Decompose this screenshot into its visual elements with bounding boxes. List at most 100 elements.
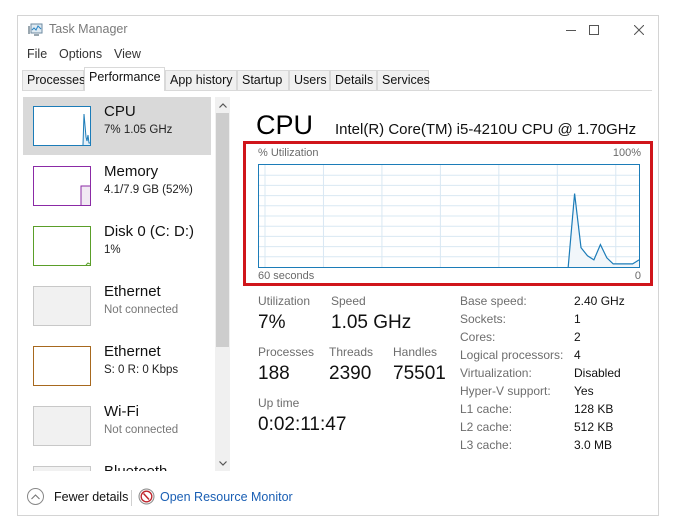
maximize-button[interactable] xyxy=(571,16,617,44)
sidebar-ethernet-2-subtitle: S: 0 R: 0 Kbps xyxy=(104,364,179,376)
footer-bar: Fewer details Open Resource Monitor xyxy=(18,483,658,515)
spec-value: 128 KB xyxy=(574,402,614,416)
spec-label: Virtualization: xyxy=(460,366,532,380)
disk-thumbnail-line xyxy=(85,262,91,266)
scroll-thumb[interactable] xyxy=(216,113,229,347)
tab-performance[interactable]: Performance xyxy=(84,67,165,91)
spec-value: 2.40 GHz xyxy=(574,294,625,308)
close-icon xyxy=(634,25,644,35)
sidebar-item-ethernet-2[interactable]: Ethernet S: 0 R: 0 Kbps xyxy=(23,337,211,395)
tab-app-history[interactable]: App history xyxy=(165,70,237,90)
utilization-label: Utilization xyxy=(258,294,311,308)
title-bar[interactable]: Task Manager xyxy=(18,16,658,44)
sidebar-disk-subtitle: 1% xyxy=(104,244,121,256)
sidebar-cpu-title: CPU xyxy=(104,103,136,120)
tab-services[interactable]: Services xyxy=(377,70,430,90)
uptime-label: Up time xyxy=(258,396,300,410)
sidebar-memory-title: Memory xyxy=(104,163,159,180)
scroll-up-button[interactable] xyxy=(215,97,230,113)
sidebar-item-disk[interactable]: Disk 0 (C: D:) 1% xyxy=(23,217,211,275)
close-button[interactable] xyxy=(616,16,662,44)
memory-thumbnail-fill xyxy=(80,185,90,205)
bluetooth-thumbnail-graph xyxy=(33,466,91,471)
tab-bar: Processes Performance App history Startu… xyxy=(22,67,652,91)
page-title: CPU xyxy=(256,110,314,140)
spec-label: Sockets: xyxy=(460,312,507,326)
tab-processes[interactable]: Processes xyxy=(22,70,85,90)
tab-startup[interactable]: Startup xyxy=(237,70,289,90)
sidebar-item-cpu[interactable]: CPU 7% 1.05 GHz xyxy=(23,97,211,155)
spec-label: Cores: xyxy=(460,330,496,344)
sidebar-wifi-title: Wi-Fi xyxy=(104,403,139,420)
spec-value: 3.0 MB xyxy=(574,438,613,452)
chevron-up-circle-icon xyxy=(31,493,40,499)
spec-label: Hyper-V support: xyxy=(460,384,551,398)
tab-users[interactable]: Users xyxy=(289,70,330,90)
uptime-value: 0:02:11:47 xyxy=(258,414,347,435)
graph-y-label: % Utilization xyxy=(258,147,319,159)
performance-panel: CPU 7% 1.05 GHz Memory 4.1/7.9 GB (52%) xyxy=(18,91,658,481)
sidebar-wifi-subtitle: Not connected xyxy=(104,424,179,436)
sidebar-item-wifi[interactable]: Wi-Fi Not connected xyxy=(23,397,211,455)
tab-details[interactable]: Details xyxy=(330,70,377,90)
menu-view[interactable]: View xyxy=(114,47,141,61)
graph-x-end-label: 0 xyxy=(634,270,641,282)
sidebar-item-ethernet-1[interactable]: Ethernet Not connected xyxy=(23,277,211,335)
wifi-thumbnail-graph xyxy=(33,406,91,446)
spec-label: Base speed: xyxy=(460,294,527,308)
menu-file[interactable]: File xyxy=(27,47,47,61)
open-resource-monitor-link[interactable]: Open Resource Monitor xyxy=(160,490,293,504)
speed-value: 1.05 GHz xyxy=(331,312,412,333)
spec-label: Logical processors: xyxy=(460,348,564,362)
task-manager-icon xyxy=(28,23,43,36)
sidebar-scrollbar[interactable] xyxy=(215,97,230,471)
chevron-up-icon xyxy=(218,102,227,108)
sidebar-disk-title: Disk 0 (C: D:) xyxy=(104,223,194,240)
processes-label: Processes xyxy=(258,345,315,359)
spec-label: L1 cache: xyxy=(460,402,513,416)
sidebar-ethernet-1-subtitle: Not connected xyxy=(104,304,179,316)
sidebar-ethernet-1-title: Ethernet xyxy=(104,283,161,300)
spec-value: 4 xyxy=(574,348,581,362)
sidebar-bluetooth-title: Bluetooth xyxy=(104,463,167,471)
spec-value: Disabled xyxy=(574,366,621,380)
maximize-icon xyxy=(589,25,599,35)
scroll-down-button[interactable] xyxy=(215,455,230,471)
processes-value: 188 xyxy=(258,363,290,384)
disk-thumbnail-graph xyxy=(33,226,91,266)
sidebar-ethernet-2-title: Ethernet xyxy=(104,343,161,360)
fewer-details-button[interactable] xyxy=(27,488,44,505)
sidebar-item-memory[interactable]: Memory 4.1/7.9 GB (52%) xyxy=(23,157,211,215)
resource-list: CPU 7% 1.05 GHz Memory 4.1/7.9 GB (52%) xyxy=(23,97,211,471)
graph-x-label: 60 seconds xyxy=(258,270,315,282)
sidebar-memory-subtitle: 4.1/7.9 GB (52%) xyxy=(104,184,193,196)
speed-label: Speed xyxy=(331,294,366,308)
memory-thumbnail-graph xyxy=(33,166,91,206)
footer-divider xyxy=(131,490,132,506)
cpu-thumbnail-graph xyxy=(33,106,91,146)
spec-value: Yes xyxy=(574,384,594,398)
fewer-details-link[interactable]: Fewer details xyxy=(54,490,128,504)
spec-value: 512 KB xyxy=(574,420,614,434)
spec-value: 1 xyxy=(574,312,581,326)
cpu-model-name: Intel(R) Core(TM) i5-4210U CPU @ 1.70GHz xyxy=(335,121,637,138)
task-manager-window: Task Manager File Options View Processes… xyxy=(17,15,659,516)
menu-options[interactable]: Options xyxy=(59,47,102,61)
sidebar-cpu-subtitle: 7% 1.05 GHz xyxy=(104,124,173,136)
cpu-utilization-graph xyxy=(258,164,640,268)
ethernet-2-thumbnail-graph xyxy=(33,346,91,386)
spec-label: L2 cache: xyxy=(460,420,513,434)
window-title: Task Manager xyxy=(49,22,128,36)
cpu-thumbnail-line xyxy=(82,113,90,146)
threads-label: Threads xyxy=(329,345,374,359)
utilization-value: 7% xyxy=(258,312,286,333)
chevron-down-icon xyxy=(218,460,227,466)
handles-label: Handles xyxy=(393,345,438,359)
spec-label: L3 cache: xyxy=(460,438,513,452)
spec-value: 2 xyxy=(574,330,581,344)
menu-bar: File Options View xyxy=(18,44,658,66)
sidebar-item-bluetooth[interactable]: Bluetooth xyxy=(23,457,211,471)
resource-monitor-icon xyxy=(138,488,155,505)
ethernet-thumbnail-graph xyxy=(33,286,91,326)
threads-value: 2390 xyxy=(329,363,372,384)
